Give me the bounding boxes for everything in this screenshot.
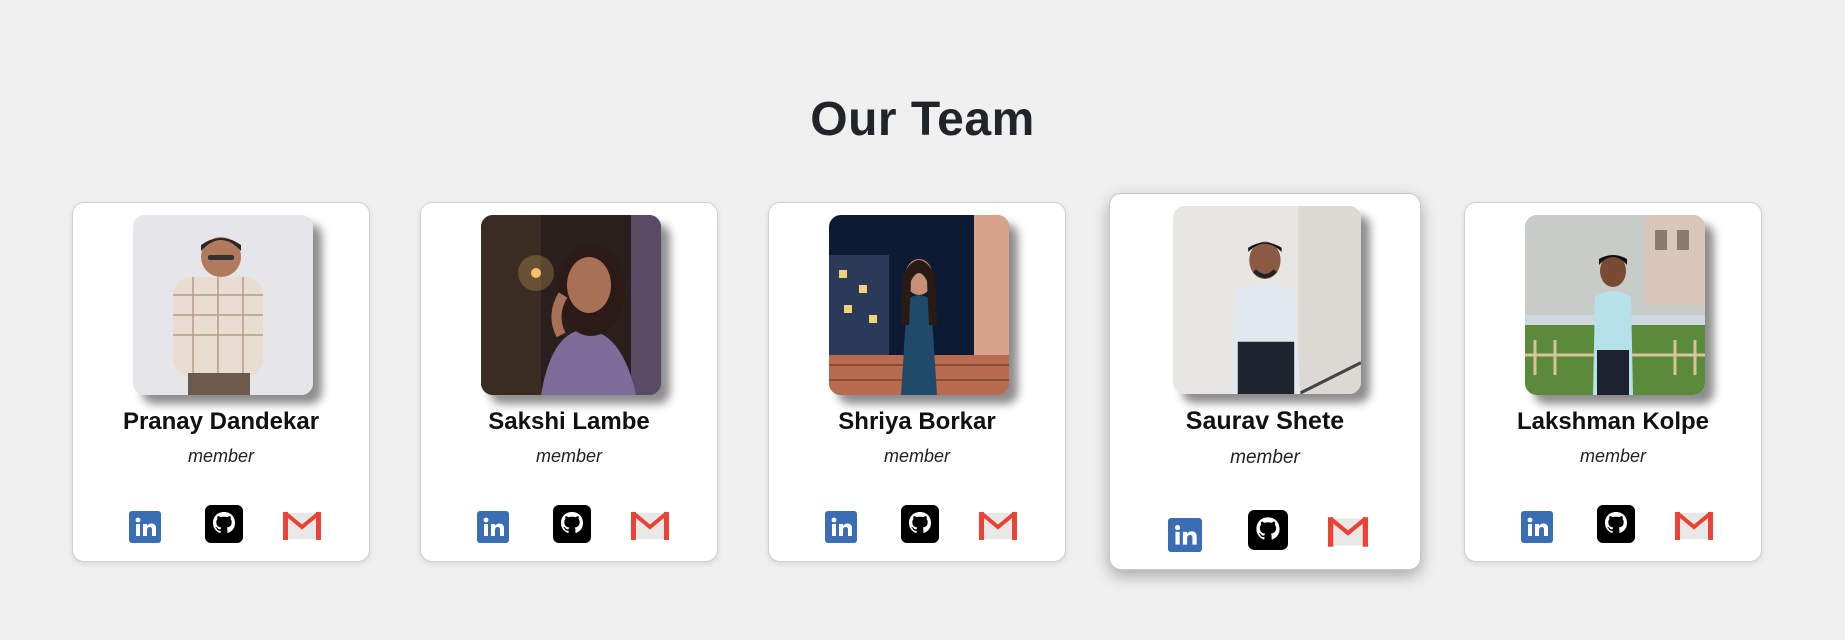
member-photo [829, 215, 1009, 395]
social-links [73, 505, 369, 545]
member-photo [133, 215, 313, 395]
social-links [769, 505, 1065, 545]
member-name: Shriya Borkar [838, 408, 996, 435]
member-name: Sakshi Lambe [488, 408, 650, 435]
github-icon[interactable] [553, 505, 591, 543]
team-card: Saurav Shete member [1109, 193, 1421, 570]
member-photo [481, 215, 661, 395]
github-icon[interactable] [1597, 505, 1635, 543]
linkedin-icon[interactable] [129, 511, 161, 543]
member-photo [1173, 206, 1361, 394]
gmail-icon[interactable] [979, 511, 1017, 541]
member-name: Lakshman Kolpe [1516, 408, 1710, 435]
team-card: Shriya Borkar member [768, 202, 1066, 562]
gmail-icon[interactable] [1675, 511, 1713, 541]
member-name: Saurav Shete [1185, 407, 1345, 435]
member-role: member [187, 446, 254, 466]
social-links [1110, 510, 1420, 552]
team-card: Pranay Dandekar member [72, 202, 370, 562]
gmail-icon[interactable] [631, 511, 669, 541]
team-card: Sakshi Lambe member [420, 202, 718, 562]
social-links [421, 505, 717, 545]
gmail-icon[interactable] [283, 511, 321, 541]
social-links [1465, 505, 1761, 545]
linkedin-icon[interactable] [1521, 511, 1553, 543]
member-name: Pranay Dandekar [122, 408, 320, 435]
member-role: member [1230, 447, 1300, 468]
linkedin-icon[interactable] [825, 511, 857, 543]
page-title: Our Team [810, 93, 1035, 147]
linkedin-icon[interactable] [1168, 518, 1202, 552]
github-icon[interactable] [1248, 510, 1288, 550]
github-icon[interactable] [205, 505, 243, 543]
github-icon[interactable] [901, 505, 939, 543]
member-role: member [883, 446, 950, 466]
member-photo [1525, 215, 1705, 395]
linkedin-icon[interactable] [477, 511, 509, 543]
gmail-icon[interactable] [1328, 516, 1368, 548]
team-card: Lakshman Kolpe member [1464, 202, 1762, 562]
member-role: member [1579, 446, 1646, 466]
member-role: member [535, 446, 602, 466]
